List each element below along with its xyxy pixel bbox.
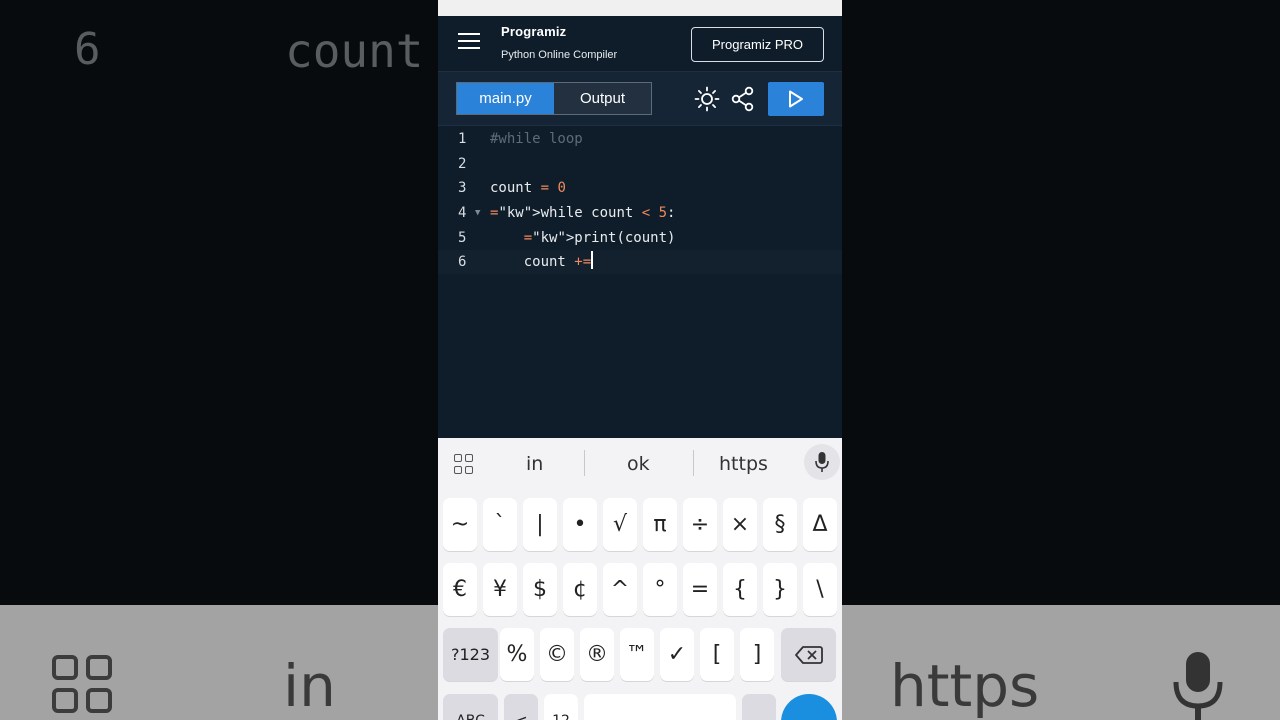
on-screen-keyboard: in ok https ~ ` | • √ π ÷ × § Δ € ¥ $ ¢ ^ ° ={} \ ?123% © ® ™… bbox=[438, 438, 842, 720]
key-row1-8[interactable]: § bbox=[763, 498, 797, 551]
code-line-5: 5 ="kw">print(count) bbox=[438, 226, 842, 250]
key-row2-8[interactable]: } bbox=[763, 563, 797, 616]
key-greater[interactable] bbox=[742, 694, 776, 720]
bg-suggestion-left: in bbox=[283, 652, 336, 720]
key-row3-4[interactable]: ™ bbox=[620, 628, 654, 681]
code-text: ="kw">while count < 5: bbox=[490, 205, 676, 221]
backspace-icon bbox=[794, 645, 823, 664]
run-button[interactable] bbox=[768, 82, 824, 116]
theme-toggle-icon[interactable] bbox=[694, 86, 720, 112]
brand-subtitle: Python Online Compiler bbox=[501, 49, 618, 61]
key-row1-1[interactable]: ` bbox=[483, 498, 517, 551]
key-row1-3[interactable]: • bbox=[563, 498, 597, 551]
key-row1-9[interactable]: Δ bbox=[803, 498, 837, 551]
suggestion-ok[interactable]: ok bbox=[627, 453, 650, 475]
menu-icon[interactable] bbox=[458, 33, 480, 49]
key-row2-0[interactable]: € bbox=[443, 563, 477, 616]
code-line-6: 6 count += bbox=[438, 250, 842, 274]
status-bar bbox=[438, 0, 842, 16]
divider bbox=[584, 450, 585, 476]
key-row3-3[interactable]: ® bbox=[580, 628, 614, 681]
line-number: 2 bbox=[458, 156, 467, 172]
key-row2-6[interactable]: = bbox=[683, 563, 717, 616]
space-key[interactable] bbox=[584, 694, 736, 720]
key-row3-5[interactable]: ✓ bbox=[660, 628, 694, 681]
key-symbols-toggle[interactable]: ?123 bbox=[443, 628, 498, 681]
key-12[interactable]: 12 bbox=[544, 694, 578, 720]
phone-screen: Programiz Python Online Compiler Program… bbox=[438, 0, 842, 720]
code-text: count += bbox=[490, 250, 594, 274]
key-row1-2[interactable]: | bbox=[523, 498, 557, 551]
suggestion-https[interactable]: https bbox=[719, 453, 768, 475]
divider bbox=[693, 450, 694, 476]
key-row2-5[interactable]: ° bbox=[643, 563, 677, 616]
editor-toolbar: main.py Output bbox=[438, 72, 842, 126]
line-number: 5 bbox=[458, 230, 467, 246]
code-editor[interactable]: 1 #while loop 2 3 count = 0 4 ▼ ="kw">wh… bbox=[438, 126, 842, 438]
app-header: Programiz Python Online Compiler Program… bbox=[438, 16, 842, 72]
code-line-3: 3 count = 0 bbox=[438, 176, 842, 200]
key-row2-2[interactable]: $ bbox=[523, 563, 557, 616]
brand-logo[interactable]: Programiz bbox=[501, 24, 566, 39]
key-row1-5[interactable]: π bbox=[643, 498, 677, 551]
key-row3-6[interactable]: [ bbox=[700, 628, 734, 681]
key-row2-9[interactable]: \ bbox=[803, 563, 837, 616]
code-line-1: 1 #while loop bbox=[438, 127, 842, 151]
key-row3-2[interactable]: © bbox=[540, 628, 574, 681]
tab-main-py[interactable]: main.py bbox=[457, 83, 554, 114]
key-row3-1[interactable]: % bbox=[500, 628, 534, 681]
line-number: 1 bbox=[458, 131, 467, 147]
programiz-pro-button[interactable]: Programiz PRO bbox=[691, 27, 824, 62]
key-row3-7[interactable]: ] bbox=[740, 628, 774, 681]
line-number: 3 bbox=[458, 180, 467, 196]
bg-grid-icon bbox=[52, 655, 112, 713]
key-row1-7[interactable]: × bbox=[723, 498, 757, 551]
key-row2-4[interactable]: ^ bbox=[603, 563, 637, 616]
bg-mic-icon bbox=[1173, 652, 1223, 720]
tab-group: main.py Output bbox=[456, 82, 652, 115]
apps-grid-icon[interactable] bbox=[454, 454, 474, 474]
bg-code-word: count bbox=[285, 24, 424, 78]
key-row1-4[interactable]: √ bbox=[603, 498, 637, 551]
tab-output[interactable]: Output bbox=[554, 83, 651, 114]
enter-key[interactable] bbox=[781, 694, 837, 720]
code-line-4: 4 ▼ ="kw">while count < 5: bbox=[438, 201, 842, 225]
code-text: count = 0 bbox=[490, 180, 566, 196]
key-row1-0[interactable]: ~ bbox=[443, 498, 477, 551]
bg-suggestion-right: https bbox=[890, 652, 1040, 720]
suggestion-bar: in ok https bbox=[438, 438, 842, 490]
fold-arrow-icon[interactable]: ▼ bbox=[475, 201, 480, 225]
text-cursor bbox=[591, 251, 594, 269]
key-less-than[interactable]: < bbox=[504, 694, 538, 720]
bg-line-number: 6 bbox=[74, 24, 101, 75]
key-row2-1[interactable]: ¥ bbox=[483, 563, 517, 616]
code-line-2: 2 bbox=[438, 152, 842, 176]
key-row2-7[interactable]: { bbox=[723, 563, 757, 616]
play-icon bbox=[789, 90, 803, 108]
suggestion-in[interactable]: in bbox=[526, 453, 543, 475]
key-abc[interactable]: ABC bbox=[443, 694, 498, 720]
share-icon[interactable] bbox=[730, 86, 756, 112]
mic-icon[interactable] bbox=[804, 444, 840, 480]
code-text: ="kw">print(count) bbox=[523, 230, 676, 246]
key-row1-6[interactable]: ÷ bbox=[683, 498, 717, 551]
line-number: 4 bbox=[458, 205, 467, 221]
line-number: 6 bbox=[458, 254, 467, 270]
code-comment: #while loop bbox=[490, 131, 583, 147]
key-row2-3[interactable]: ¢ bbox=[563, 563, 597, 616]
backspace-key[interactable] bbox=[781, 628, 836, 681]
